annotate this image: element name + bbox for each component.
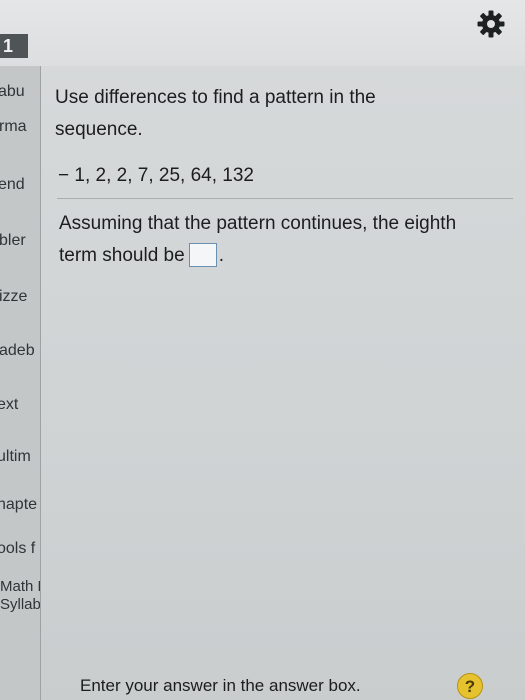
prompt-text: Assuming that the pattern continues, the… xyxy=(59,213,457,266)
question-number-tab[interactable]: 1 xyxy=(0,34,28,58)
sidebar-item[interactable]: izze xyxy=(0,288,27,306)
question-prompt: Assuming that the pattern continues, the… xyxy=(59,208,499,272)
sidebar-item[interactable]: rma xyxy=(0,118,27,136)
sidebar: abu rma end bler izze adeb ext ultim hap… xyxy=(0,66,41,700)
gear-icon[interactable] xyxy=(477,10,505,38)
sidebar-item[interactable]: ultim xyxy=(0,448,31,466)
sidebar-item[interactable]: hapte xyxy=(0,496,37,514)
sidebar-item[interactable]: bler xyxy=(0,232,26,250)
prompt-period: . xyxy=(218,245,224,266)
divider xyxy=(57,198,513,199)
sidebar-item[interactable]: ools f xyxy=(0,540,35,558)
help-button[interactable]: ? xyxy=(457,673,483,699)
sidebar-item[interactable]: adeb xyxy=(0,342,35,360)
top-bar: 1 xyxy=(0,0,525,67)
sidebar-item[interactable]: end xyxy=(0,176,25,194)
sidebar-item[interactable]: Math D xyxy=(0,578,40,595)
sidebar-item[interactable]: ext xyxy=(0,396,18,414)
question-panel: Use differences to find a pattern in the… xyxy=(41,66,525,700)
sidebar-item[interactable]: abu xyxy=(0,83,25,101)
sequence-text: − 1, 2, 2, 7, 25, 64, 132 xyxy=(58,165,254,186)
answer-input-box[interactable] xyxy=(188,243,217,267)
sidebar-item[interactable]: Syllabu xyxy=(0,596,40,613)
answer-hint: Enter your answer in the answer box. xyxy=(80,676,361,695)
question-instruction: Use differences to find a pattern in the… xyxy=(55,87,376,140)
